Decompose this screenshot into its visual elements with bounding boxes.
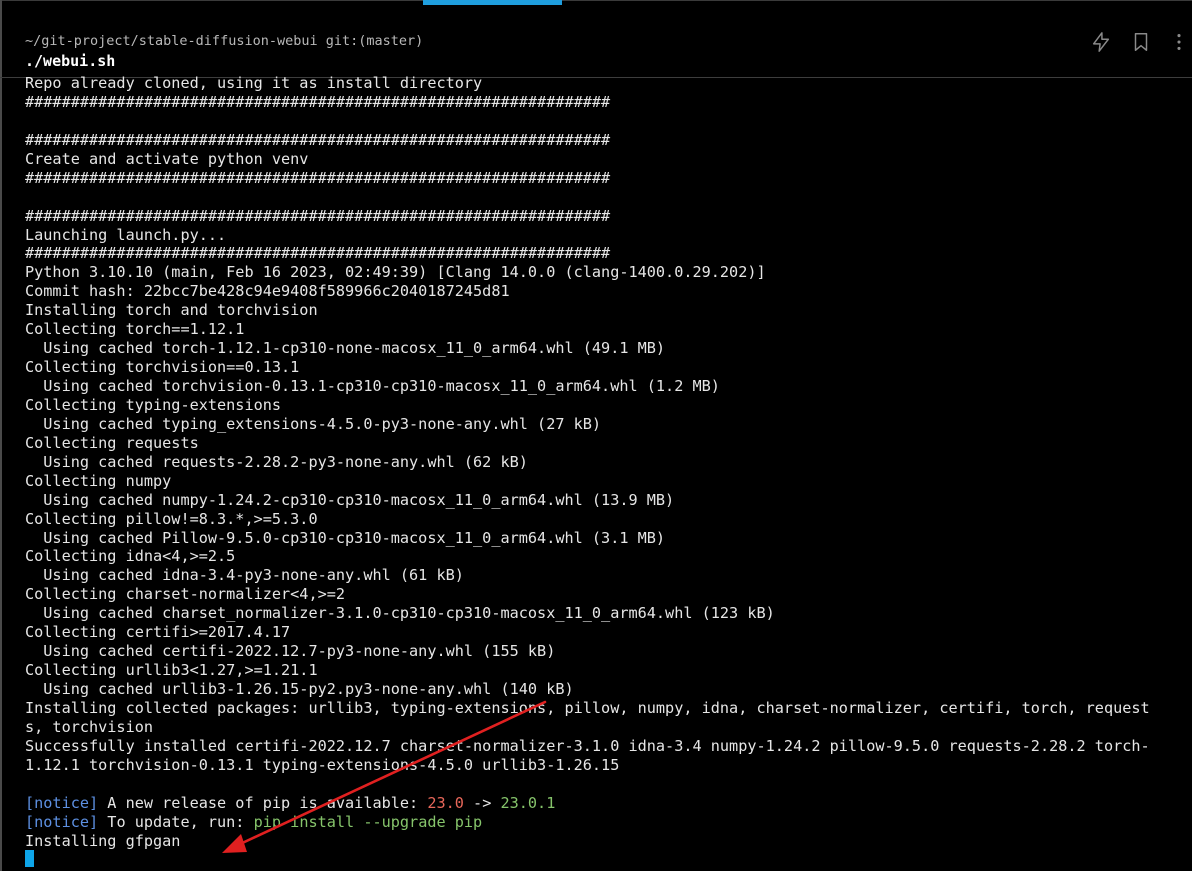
- prompt-path: ~/git-project/stable-diffusion-webui git…: [25, 33, 424, 49]
- old-version: 23.0: [427, 793, 464, 812]
- notice-text: A new release of pip is available:: [98, 793, 428, 812]
- output-line: Using cached idna-3.4-py3-none-any.whl (…: [25, 566, 464, 585]
- output-line: Create and activate python venv: [25, 149, 309, 168]
- output-line: Using cached certifi-2022.12.7-py3-none-…: [25, 642, 556, 661]
- pip-notice-release: [notice] A new release of pip is availab…: [25, 794, 1188, 813]
- bookmark-icon[interactable]: [1130, 31, 1152, 53]
- text-cursor: [25, 850, 34, 868]
- output-line: Collecting torchvision==0.13.1: [25, 358, 300, 377]
- output-line: ########################################…: [25, 168, 611, 187]
- output-line: Collecting charset-normalizer<4,>=2: [25, 585, 346, 604]
- cursor-line[interactable]: [25, 850, 1188, 869]
- output-line: Installing torch and torchvision: [25, 301, 318, 320]
- window-top-border: [0, 0, 1192, 1]
- output-line: Using cached requests-2.28.2-py3-none-an…: [25, 452, 528, 471]
- output-lines: Repo already cloned, using it as install…: [25, 74, 1188, 794]
- output-line: 1.12.1 torchvision-0.13.1 typing-extensi…: [25, 755, 620, 774]
- notice-tag: [notice]: [25, 793, 99, 812]
- output-line: Using cached torch-1.12.1-cp310-none-mac…: [25, 339, 666, 358]
- output-line: Launching launch.py...: [25, 225, 227, 244]
- version-arrow: ->: [463, 793, 501, 812]
- output-line: ########################################…: [25, 206, 611, 225]
- output-line: Commit hash: 22bcc7be428c94e9408f589966c…: [25, 282, 510, 301]
- output-line: Collecting torch==1.12.1: [25, 320, 245, 339]
- terminal-output[interactable]: Repo already cloned, using it as install…: [25, 74, 1188, 869]
- output-line: Collecting pillow!=8.3.*,>=5.3.0: [25, 509, 318, 528]
- output-line: Collecting certifi>=2017.4.17: [25, 623, 291, 642]
- notice-tag: [notice]: [25, 812, 99, 831]
- output-line: s, torchvision: [25, 717, 154, 736]
- output-line: Using cached typing_extensions-4.5.0-py3…: [25, 414, 602, 433]
- output-line: ########################################…: [25, 92, 611, 111]
- command-block-header: ~/git-project/stable-diffusion-webui git…: [0, 5, 1192, 78]
- lightning-icon[interactable]: [1090, 31, 1112, 53]
- output-line: Using cached Pillow-9.5.0-cp310-cp310-ma…: [25, 528, 666, 547]
- output-line: Collecting numpy: [25, 471, 172, 490]
- last-output-line: Installing gfpgan: [25, 831, 181, 850]
- output-line: Using cached numpy-1.24.2-cp310-cp310-ma…: [25, 490, 675, 509]
- new-version: 23.0.1: [500, 793, 556, 812]
- output-line: Collecting urllib3<1.27,>=1.21.1: [25, 661, 318, 680]
- more-vertical-icon[interactable]: [1168, 31, 1186, 53]
- terminal-window: ~/git-project/stable-diffusion-webui git…: [0, 0, 1192, 871]
- output-line: Installing collected packages: urllib3, …: [25, 698, 1150, 717]
- output-line: ########################################…: [25, 130, 611, 149]
- output-line: Collecting requests: [25, 433, 199, 452]
- upgrade-command: pip install --upgrade pip: [253, 812, 483, 831]
- output-line: Repo already cloned, using it as install…: [25, 74, 483, 92]
- output-line: Collecting typing-extensions: [25, 395, 282, 414]
- window-left-border: [0, 0, 2, 871]
- output-line: ########################################…: [25, 244, 611, 263]
- output-line: Using cached torchvision-0.13.1-cp310-cp…: [25, 377, 720, 395]
- output-line: Python 3.10.10 (main, Feb 16 2023, 02:49…: [25, 263, 766, 282]
- notice-text: To update, run:: [98, 812, 254, 831]
- output-line: Successfully installed certifi-2022.12.7…: [25, 736, 1150, 755]
- output-line: Using cached urllib3-1.26.15-py2.py3-non…: [25, 680, 574, 698]
- pip-notice-update: [notice] To update, run: pip install --u…: [25, 813, 1188, 832]
- output-line: Collecting idna<4,>=2.5: [25, 547, 236, 566]
- executed-command: ./webui.sh: [25, 52, 116, 70]
- output-line: Using cached charset_normalizer-3.1.0-cp…: [25, 604, 775, 623]
